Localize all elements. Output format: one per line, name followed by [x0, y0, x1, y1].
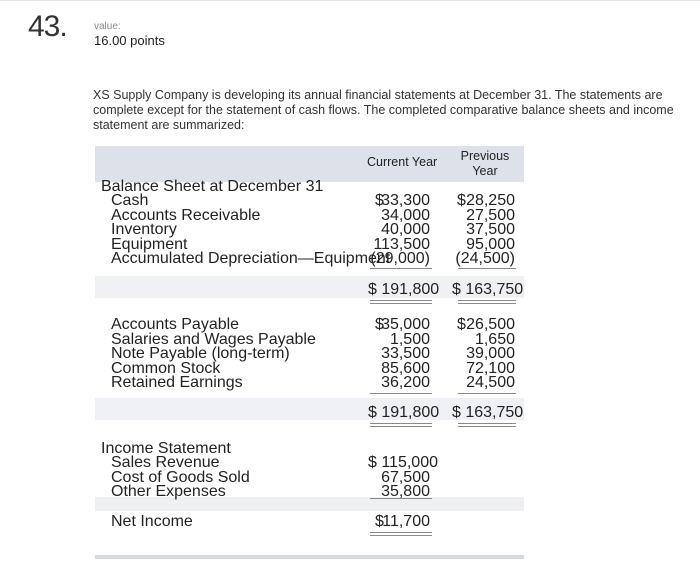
liab-current-double-underline-2 — [370, 426, 432, 427]
assets-previous-double-underline-1 — [458, 300, 516, 301]
top-border — [0, 0, 700, 1]
row-label: Accumulated Depreciation—Equipment — [111, 250, 391, 268]
liab-current-double-underline-1 — [370, 423, 432, 424]
question-number: 43. — [28, 10, 68, 43]
assets-current-double-underline-2 — [370, 303, 432, 304]
assets-total-current: $ 191,800 — [368, 281, 440, 298]
assets-previous-double-underline-2 — [458, 303, 516, 304]
liab-previous-double-underline-1 — [458, 423, 516, 424]
net-income-value: 11,700 — [382, 513, 430, 530]
row-previous-value: (24,500) — [455, 250, 515, 268]
row-label: Other Expenses — [111, 483, 226, 501]
row-label: Retained Earnings — [111, 374, 243, 392]
assets-total-previous: $ 163,750 — [452, 281, 524, 298]
liab-current-underline — [370, 393, 432, 394]
column-header-previous: Previous Year — [460, 149, 510, 178]
net-income-double-underline-1 — [370, 532, 432, 533]
value-label: value: — [94, 21, 121, 32]
liab-previous-double-underline-2 — [458, 426, 516, 427]
value-points: 16.00 points — [94, 33, 165, 48]
liabilities-total-previous: $ 163,750 — [452, 404, 524, 421]
assets-current-double-underline-1 — [370, 300, 432, 301]
row-current-value: 36,200 — [381, 374, 430, 392]
column-header-current: Current Year — [367, 155, 438, 169]
assets-current-underline — [370, 268, 432, 269]
net-income-double-underline-2 — [370, 535, 432, 536]
row-previous-value: 24,500 — [466, 374, 515, 392]
question-intro: XS Supply Company is developing its annu… — [93, 88, 674, 132]
income-current-underline — [370, 498, 432, 499]
net-income-label: Net Income — [111, 513, 193, 530]
table-bottom-band — [95, 555, 524, 559]
liabilities-total-current: $ 191,800 — [368, 404, 440, 421]
liab-previous-underline — [458, 393, 516, 394]
assets-previous-underline — [458, 268, 516, 269]
row-current-value: (29,000) — [370, 250, 430, 268]
